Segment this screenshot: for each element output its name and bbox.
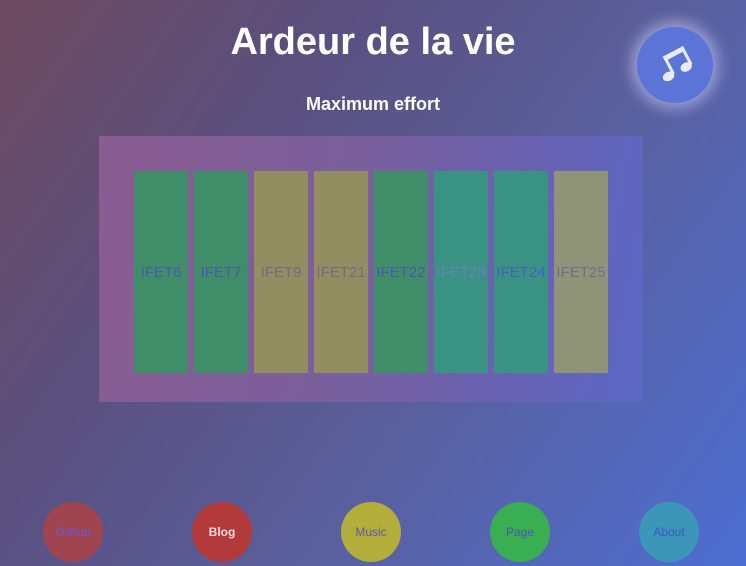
music-toggle-button[interactable] <box>637 27 713 103</box>
card-label: IFET25 <box>556 263 606 281</box>
page-button[interactable]: Page <box>490 502 550 562</box>
music-note-icon <box>651 45 699 85</box>
card-label: IFET9 <box>260 263 302 281</box>
github-label: Github <box>55 525 91 539</box>
music-label: Music <box>355 525 387 539</box>
blog-label: Blog <box>208 525 236 539</box>
card-ifet9[interactable]: IFET9 <box>254 171 308 373</box>
blog-button[interactable]: Blog <box>192 502 252 562</box>
card-ifet21[interactable]: IFET21 <box>314 171 368 373</box>
card-panel: IFET6 IFET7 IFET9 IFET21 IFET22 IFET23 I… <box>99 136 643 402</box>
card-label: IFET22 <box>376 263 426 281</box>
card-ifet24[interactable]: IFET24 <box>494 171 548 373</box>
card-label: IFET24 <box>496 263 546 281</box>
github-button[interactable]: Github <box>43 502 103 562</box>
page-title: Ardeur de la vie <box>230 21 516 63</box>
about-label: About <box>653 525 685 539</box>
card-label: IFET23 <box>436 263 486 281</box>
page-subtitle: Maximum effort <box>305 94 440 114</box>
card-label: IFET6 <box>140 263 182 281</box>
card-ifet6[interactable]: IFET6 <box>134 171 188 373</box>
card-ifet23[interactable]: IFET23 <box>434 171 488 373</box>
about-button[interactable]: About <box>639 502 699 562</box>
card-ifet22[interactable]: IFET22 <box>374 171 428 373</box>
card-label: IFET7 <box>200 263 242 281</box>
card-ifet7[interactable]: IFET7 <box>194 171 248 373</box>
card-label: IFET21 <box>316 263 366 281</box>
music-button[interactable]: Music <box>341 502 401 562</box>
page-label: Page <box>505 525 535 539</box>
card-ifet25[interactable]: IFET25 <box>554 171 608 373</box>
